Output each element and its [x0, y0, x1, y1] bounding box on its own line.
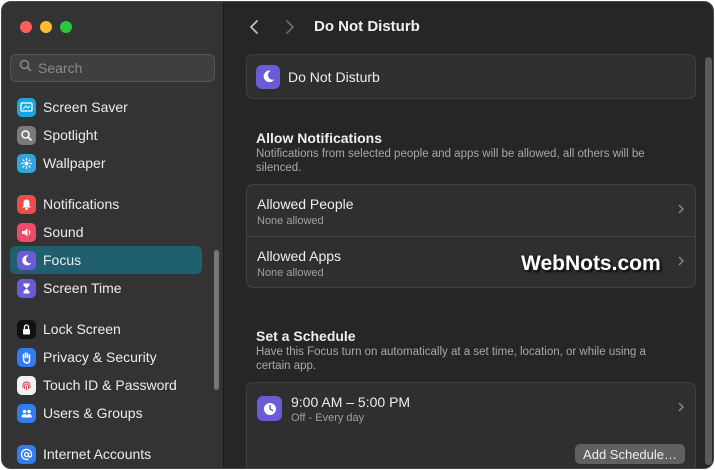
sidebar-item-label: Users & Groups [43, 405, 143, 421]
sidebar-item-screen-time[interactable]: Screen Time [10, 274, 202, 302]
schedule-desc: Have this Focus turn on automatically at… [256, 346, 646, 372]
screen-time-icon [17, 278, 36, 298]
search-input[interactable] [38, 60, 198, 76]
sidebar-separator [10, 177, 202, 190]
sidebar-list: Screen Saver Spotlight Wallpaper Notific… [10, 93, 202, 468]
sidebar-item-label: Touch ID & Password [43, 377, 177, 393]
sidebar-item-internet-accounts[interactable]: Internet Accounts [10, 440, 202, 468]
lock-screen-icon [17, 319, 36, 339]
chevron-right-icon [678, 256, 684, 266]
forward-button[interactable] [283, 17, 297, 37]
navigation-buttons [247, 17, 297, 37]
allow-notifications-desc: Notifications from selected people and a… [256, 148, 645, 174]
main-scrollbar[interactable] [705, 57, 712, 465]
back-button[interactable] [247, 17, 261, 37]
sidebar-item-sound[interactable]: Sound [10, 218, 202, 246]
sidebar-separator [10, 302, 202, 315]
schedule-title: Set a Schedule [256, 328, 356, 344]
clock-icon [257, 396, 282, 421]
chevron-right-icon [678, 402, 684, 412]
sidebar-item-label: Screen Time [43, 280, 122, 296]
sidebar-item-touch-id[interactable]: Touch ID & Password [10, 371, 202, 399]
zoom-button[interactable] [60, 21, 72, 33]
sidebar-item-focus[interactable]: Focus [10, 246, 202, 274]
sidebar-item-label: Screen Saver [43, 99, 128, 115]
search-field[interactable] [10, 54, 215, 82]
schedule-row[interactable]: 9:00 AM – 5:00 PM Off - Every day [247, 383, 695, 434]
search-icon [19, 59, 32, 77]
sidebar-item-label: Internet Accounts [43, 446, 152, 462]
window-controls [20, 21, 72, 33]
touch-id-icon [17, 375, 36, 395]
allowed-people-sub: None allowed [257, 215, 324, 227]
add-schedule-button[interactable]: Add Schedule… [575, 444, 685, 464]
minimize-button[interactable] [40, 21, 52, 33]
wallpaper-icon [17, 153, 36, 173]
sidebar: Screen Saver Spotlight Wallpaper Notif [2, 2, 224, 468]
schedule-status: Off - Every day [291, 411, 365, 424]
sidebar-item-label: Notifications [43, 196, 120, 212]
sidebar-item-screen-saver[interactable]: Screen Saver [10, 93, 202, 121]
page-title: Do Not Disturb [314, 18, 420, 35]
allow-notifications-title: Allow Notifications [256, 130, 382, 146]
users-groups-icon [17, 403, 36, 423]
allowed-people-title: Allowed People [257, 196, 354, 212]
chevron-right-icon [286, 20, 295, 34]
sidebar-item-lock-screen[interactable]: Lock Screen [10, 315, 202, 343]
sidebar-item-spotlight[interactable]: Spotlight [10, 121, 202, 149]
sidebar-item-label: Focus [43, 252, 82, 268]
allowed-people-row[interactable]: Allowed People None allowed [247, 185, 695, 236]
schedule-text: 9:00 AM – 5:00 PM Off - Every day [291, 394, 410, 424]
spotlight-icon [17, 125, 36, 145]
sound-icon [17, 222, 36, 242]
internet-accounts-icon [17, 444, 36, 464]
screen-saver-icon [17, 97, 36, 117]
watermark-text: WebNots.com [521, 252, 661, 275]
sidebar-item-label: Spotlight [43, 127, 98, 143]
schedule-card: 9:00 AM – 5:00 PM Off - Every day Add Sc… [246, 382, 696, 468]
focus-mode-label: Do Not Disturb [288, 68, 380, 85]
sidebar-item-label: Lock Screen [43, 321, 121, 337]
sidebar-item-wallpaper[interactable]: Wallpaper [10, 149, 202, 177]
chevron-left-icon [249, 20, 258, 34]
close-button[interactable] [20, 21, 32, 33]
schedule-time: 9:00 AM – 5:00 PM [291, 393, 411, 410]
sidebar-item-label: Wallpaper [43, 155, 106, 171]
moon-icon [256, 64, 280, 89]
sidebar-item-label: Privacy & Security [43, 349, 157, 365]
sidebar-item-label: Sound [43, 224, 84, 240]
sidebar-item-users-groups[interactable]: Users & Groups [10, 399, 202, 427]
privacy-hand-icon [17, 347, 36, 367]
sidebar-item-notifications[interactable]: Notifications [10, 190, 202, 218]
main-pane: Do Not Disturb Do Not Disturb Allow Noti… [225, 2, 713, 468]
focus-mode-card[interactable]: Do Not Disturb [246, 54, 696, 99]
sidebar-item-privacy-security[interactable]: Privacy & Security [10, 343, 202, 371]
settings-window: Screen Saver Spotlight Wallpaper Notif [1, 1, 714, 469]
focus-moon-icon [17, 250, 36, 270]
sidebar-separator [10, 427, 202, 440]
sidebar-scrollbar[interactable] [214, 250, 219, 390]
notifications-icon [17, 194, 36, 214]
chevron-right-icon [678, 204, 684, 214]
